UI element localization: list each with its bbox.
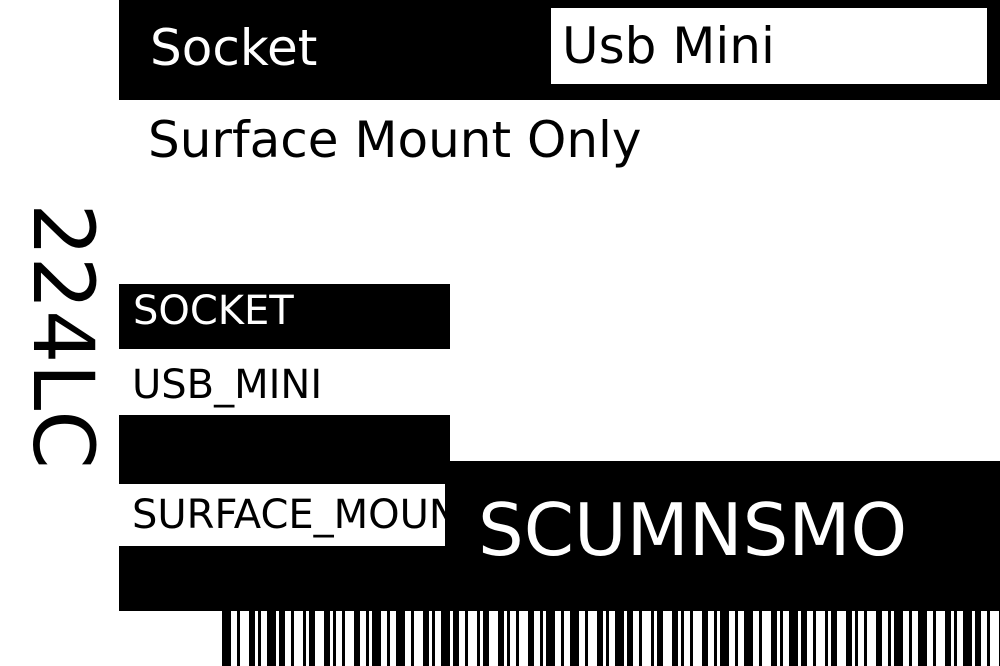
barcode-bar (291, 611, 294, 666)
barcode-bar (432, 611, 435, 666)
barcode-bar (846, 611, 852, 666)
barcode-bar (465, 611, 468, 666)
barcode-bar (813, 611, 816, 666)
barcode-bar (720, 611, 729, 666)
barcode-bar (864, 611, 867, 666)
barcode-bar (771, 611, 777, 666)
subtitle: Surface Mount Only (148, 111, 642, 169)
barcode-bar (681, 611, 684, 666)
barcode-bar (702, 611, 708, 666)
surface-tag: SURFACE_MOUNT_ONLY (132, 492, 445, 538)
usb-tag: USB_MINI (132, 362, 323, 408)
barcode-bar (516, 611, 519, 666)
barcode-bar (249, 611, 255, 666)
barcode-bar (546, 611, 555, 666)
barcode-bar (528, 611, 534, 666)
barcode-bar (324, 611, 330, 666)
barcode-bar (801, 611, 807, 666)
barcode-bar (963, 611, 972, 666)
barcode-bar (597, 611, 603, 666)
barcode-bar (411, 611, 414, 666)
barcode-bar (831, 611, 837, 666)
barcode-bar (690, 611, 693, 666)
barcode-bar (825, 611, 828, 666)
barcode-bar (441, 611, 450, 666)
barcode-bar (366, 611, 369, 666)
barcode-bar (570, 611, 579, 666)
barcode-bar (888, 611, 891, 666)
barcode-bar (615, 611, 624, 666)
barcode-bar (483, 611, 489, 666)
barcode-bar (222, 611, 231, 666)
barcode-bar (540, 611, 543, 666)
barcode-bar (945, 611, 951, 666)
side-code: 224LC (14, 203, 112, 469)
divider-bar (119, 415, 450, 477)
barcode-bar (714, 611, 717, 666)
barcode-bar (423, 611, 429, 666)
barcode-bar (333, 611, 336, 666)
barcode-bar (735, 611, 738, 666)
barcode-bar (657, 611, 663, 666)
barcode-bar (477, 611, 480, 666)
barcode-bar (342, 611, 345, 666)
barcode-bar (894, 611, 903, 666)
barcode-bar (627, 611, 633, 666)
barcode-bar (453, 611, 459, 666)
barcode-bar (372, 611, 381, 666)
header-label: Socket (150, 19, 318, 77)
barcode-bar (876, 611, 882, 666)
barcode-bar (651, 611, 654, 666)
barcode-bar (396, 611, 405, 666)
barcode-bar (744, 611, 753, 666)
barcode-bar (498, 611, 504, 666)
barcode-bar (780, 611, 783, 666)
barcode-bar (606, 611, 609, 666)
barcode-bar (237, 611, 240, 666)
barcode-bar (354, 611, 360, 666)
barcode-bar (387, 611, 390, 666)
barcode-bar (639, 611, 642, 666)
header-value: Usb Mini (562, 17, 775, 75)
barcode-bar (258, 611, 261, 666)
surface-tag-box: SURFACE_MOUNT_ONLY (119, 484, 445, 546)
barcode-bar (909, 611, 912, 666)
barcode-bar (309, 611, 315, 666)
barcode-bar (789, 611, 798, 666)
barcode-bar (585, 611, 588, 666)
barcode-bar (954, 611, 957, 666)
barcode-bar (759, 611, 762, 666)
barcode-bar (672, 611, 678, 666)
barcode-bar (507, 611, 510, 666)
barcode-bar (279, 611, 285, 666)
product-code: SCUMNSMO (478, 488, 908, 572)
barcode-bar (933, 611, 936, 666)
socket-tag: SOCKET (133, 288, 294, 334)
barcode-bar (561, 611, 564, 666)
barcode-bar (267, 611, 276, 666)
barcode-bar (918, 611, 927, 666)
barcode-bar (855, 611, 858, 666)
barcode-graphic (222, 611, 1000, 666)
barcode-bar (303, 611, 306, 666)
barcode-bar (987, 611, 990, 666)
barcode-bar (975, 611, 981, 666)
